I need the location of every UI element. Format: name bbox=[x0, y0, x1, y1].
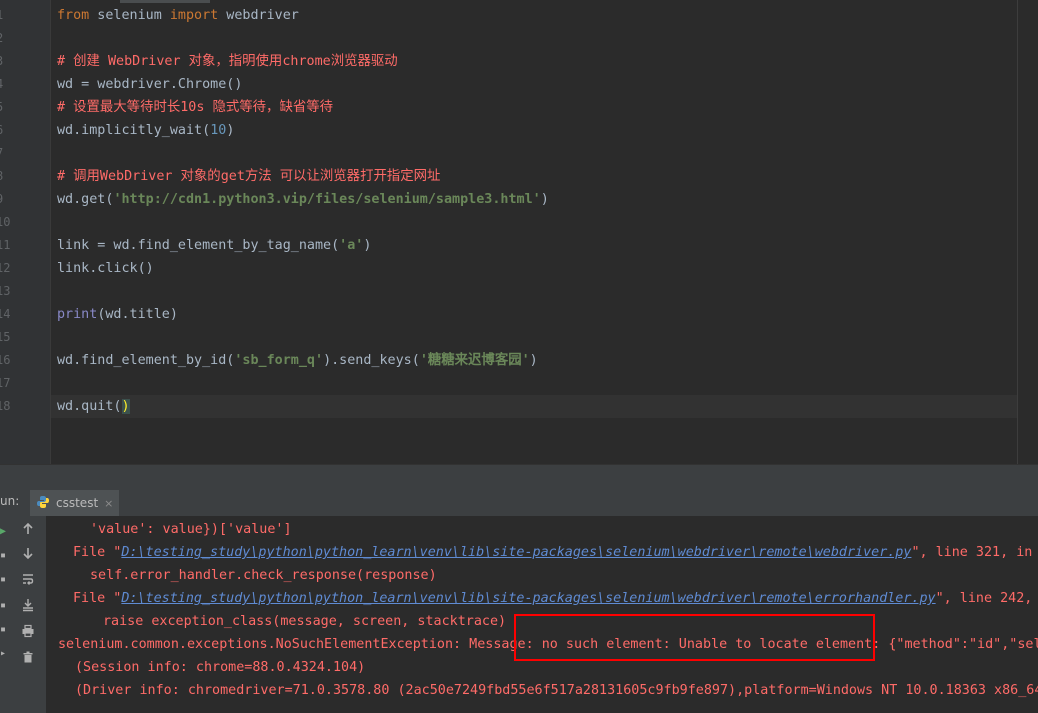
console-line: 'value': value})['value'] bbox=[90, 522, 292, 537]
code-text: ) bbox=[363, 238, 372, 253]
line-number: 5 bbox=[0, 96, 16, 119]
scroll-to-end-icon[interactable] bbox=[18, 598, 38, 616]
string-literal: 'http://cdn1.python3.vip/files/selenium/… bbox=[113, 192, 541, 207]
console-text: File " bbox=[73, 591, 122, 606]
code-text: ) bbox=[226, 123, 235, 138]
current-line-highlight bbox=[50, 395, 1017, 418]
console-line: (Driver info: chromedriver=71.0.3578.80 … bbox=[75, 683, 1038, 698]
console-toolbar bbox=[12, 516, 47, 713]
file-path-link[interactable]: D:\testing_study\python\python_learn\ven… bbox=[121, 545, 911, 560]
soft-wrap-icon[interactable] bbox=[18, 572, 38, 590]
line-number: 16 bbox=[0, 353, 11, 367]
code-text: webdriver bbox=[218, 8, 299, 23]
console-line: raise exception_class(message, screen, s… bbox=[103, 614, 507, 629]
arrow-down-icon[interactable] bbox=[18, 546, 38, 564]
code-text: ) bbox=[529, 353, 538, 368]
pin-icon[interactable]: ▸ bbox=[0, 648, 10, 662]
string-literal: '糖糖来迟博客园' bbox=[419, 353, 530, 368]
code-editor[interactable]: 1 2 3 4 5 6 7 8 9 10 11 12 13 14 15 16 1… bbox=[0, 0, 1038, 464]
line-number: 13 bbox=[0, 284, 11, 298]
code-line-12[interactable]: link.click() bbox=[57, 257, 154, 280]
code-line-5[interactable]: # 设置最大等待时长10s 隐式等待，缺省等待 bbox=[57, 96, 333, 119]
console-text: ", line 321, in e bbox=[911, 545, 1038, 560]
settings-icon[interactable]: ▪ bbox=[0, 624, 10, 638]
line-number: 9 bbox=[0, 188, 16, 211]
line-number: 14 bbox=[0, 307, 11, 321]
line-number: 6 bbox=[0, 119, 16, 142]
code-text: wd.get( bbox=[57, 192, 114, 207]
code-line-1[interactable]: from selenium import webdriver bbox=[57, 4, 299, 27]
code-line-9[interactable]: wd.get('http://cdn1.python3.vip/files/se… bbox=[57, 188, 549, 211]
line-number-gutter: 1 2 3 4 5 6 7 8 9 10 11 12 13 14 15 16 1… bbox=[0, 0, 51, 464]
line-number: 4 bbox=[0, 73, 16, 96]
run-side-toolbar: ▶ ▪ ▪ ▪ ▪ ▸ bbox=[0, 516, 12, 713]
code-text: wd.implicitly_wait( bbox=[57, 123, 211, 138]
console-line: File "D:\testing_study\python\python_lea… bbox=[73, 541, 1038, 564]
code-text: ).send_keys( bbox=[323, 353, 420, 368]
editor-tab-strip-fragment bbox=[120, 0, 210, 3]
arrow-up-icon[interactable] bbox=[18, 522, 38, 540]
code-text: wd.find_element_by_id( bbox=[57, 353, 235, 368]
builtin-name: print bbox=[57, 307, 98, 322]
run-icon[interactable]: ▶ bbox=[0, 526, 10, 540]
run-tab-csstest[interactable]: csstest × bbox=[30, 490, 120, 516]
code-line-3[interactable]: # 创建 WebDriver 对象，指明使用chrome浏览器驱动 bbox=[57, 50, 398, 73]
code-line-11[interactable]: link = wd.find_element_by_tag_name('a') bbox=[57, 234, 371, 257]
number-literal: 10 bbox=[210, 123, 227, 138]
line-number: 11 bbox=[0, 238, 11, 252]
code-line-8[interactable]: # 调用WebDriver 对象的get方法 可以让浏览器打开指定网址 bbox=[57, 165, 440, 188]
string-literal: 'sb_form_q' bbox=[234, 353, 324, 368]
line-number: 2 bbox=[0, 27, 16, 50]
console-text: File " bbox=[73, 545, 122, 560]
line-number: 1 bbox=[0, 4, 16, 27]
error-highlight-box bbox=[514, 614, 875, 661]
file-path-link[interactable]: D:\testing_study\python\python_learn\ven… bbox=[121, 591, 935, 606]
run-tool-window-header: un: csstest × bbox=[0, 490, 1038, 517]
line-number: 10 bbox=[0, 215, 11, 229]
code-text: wd.quit( bbox=[57, 399, 122, 414]
code-text: ) bbox=[540, 192, 549, 207]
code-line-6[interactable]: wd.implicitly_wait(10) bbox=[57, 119, 234, 142]
code-text: link = wd.find_element_by_tag_name( bbox=[57, 238, 340, 253]
stop-icon[interactable]: ▪ bbox=[0, 550, 10, 564]
line-number: 3 bbox=[0, 50, 16, 73]
panel-splitter[interactable] bbox=[0, 464, 1038, 491]
line-number: 17 bbox=[0, 376, 11, 390]
code-line-4[interactable]: wd = webdriver.Chrome() bbox=[57, 73, 242, 96]
matched-brace: ) bbox=[121, 399, 130, 414]
code-line-16[interactable]: wd.find_element_by_id('sb_form_q').send_… bbox=[57, 349, 538, 372]
trash-icon[interactable] bbox=[18, 650, 38, 668]
print-icon[interactable] bbox=[18, 624, 38, 642]
close-icon[interactable]: × bbox=[104, 497, 113, 510]
console-line: (Session info: chrome=88.0.4324.104) bbox=[75, 660, 366, 675]
rerun-icon[interactable]: ▪ bbox=[0, 574, 10, 588]
run-label: un: bbox=[0, 494, 20, 508]
code-line-18[interactable]: wd.quit() bbox=[57, 395, 130, 418]
code-text: (wd.title) bbox=[97, 307, 178, 322]
line-number: 15 bbox=[0, 330, 11, 344]
code-text: selenium bbox=[89, 8, 170, 23]
line-number: 12 bbox=[0, 261, 11, 275]
right-margin-guide bbox=[1017, 0, 1018, 464]
line-number: 8 bbox=[0, 165, 16, 188]
keyword: import bbox=[169, 8, 219, 23]
console-line: File "D:\testing_study\python\python_lea… bbox=[73, 587, 1038, 610]
line-number: 18 bbox=[0, 399, 11, 413]
string-literal: 'a' bbox=[339, 238, 364, 253]
python-icon bbox=[36, 495, 50, 512]
console-line: self.error_handler.check_response(respon… bbox=[90, 568, 437, 583]
run-tab-label: csstest bbox=[56, 496, 99, 510]
line-number: 7 bbox=[0, 142, 16, 165]
code-line-14[interactable]: print(wd.title) bbox=[57, 303, 178, 326]
console-text: ", line 242, i bbox=[935, 591, 1038, 606]
pause-icon[interactable]: ▪ bbox=[0, 600, 10, 614]
keyword: from bbox=[57, 8, 90, 23]
